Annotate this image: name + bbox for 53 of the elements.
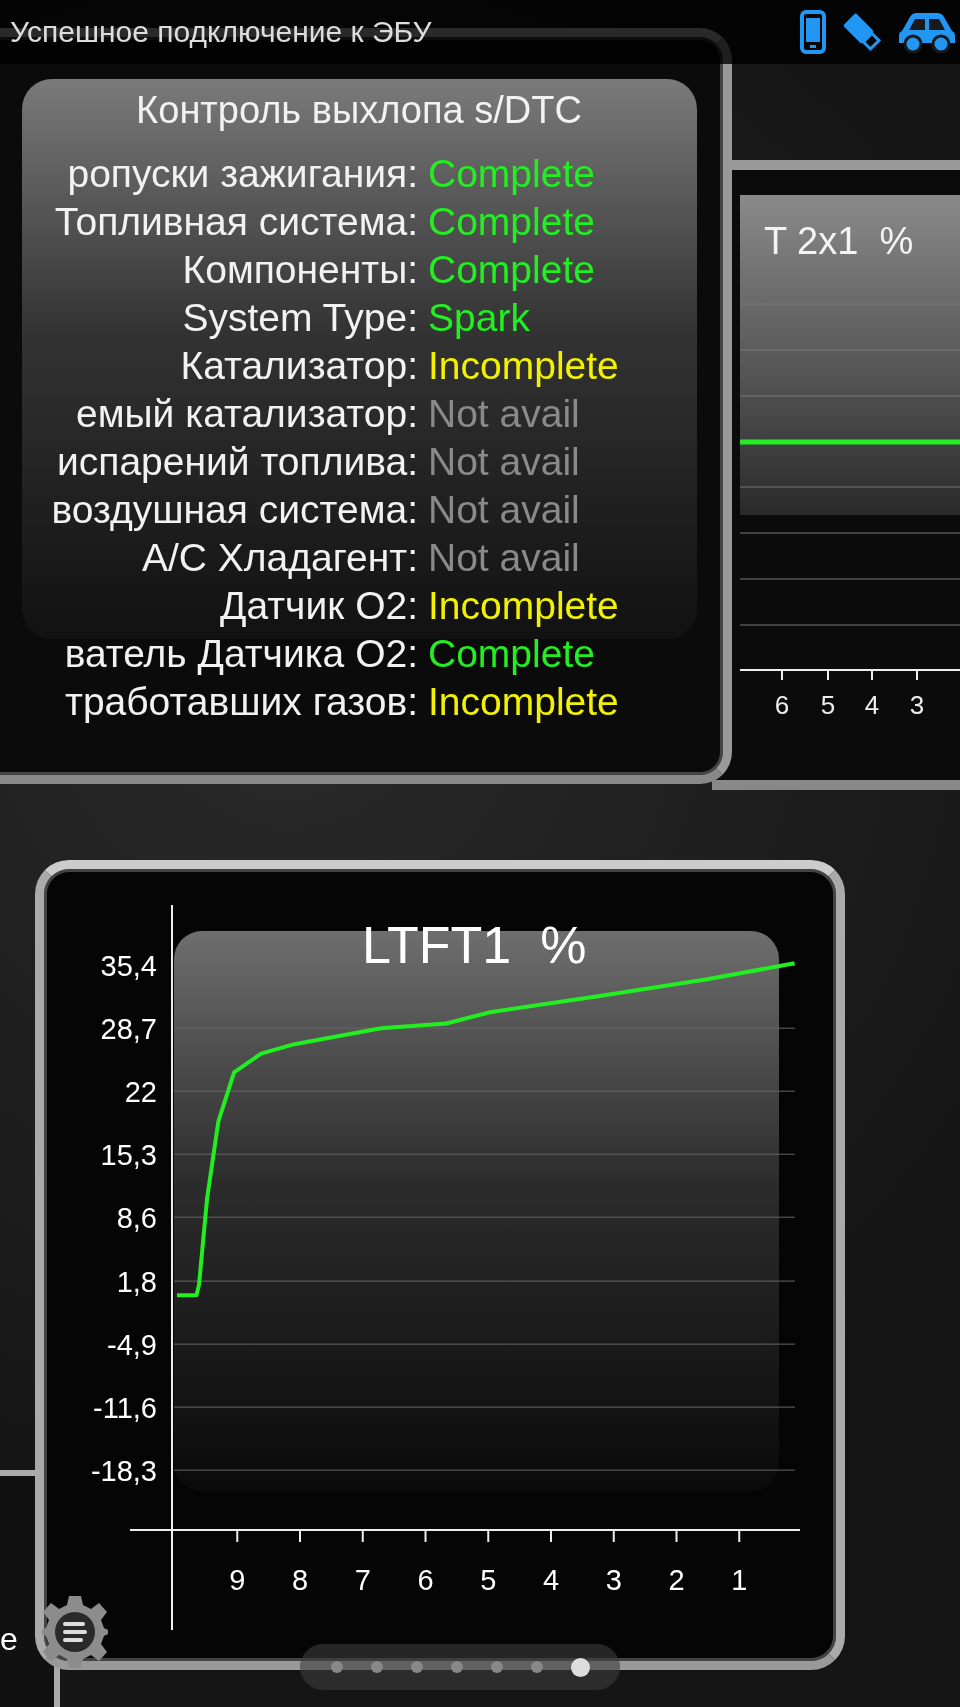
monitor-status: Incomplete (428, 584, 619, 628)
x-axis-label: 1 (731, 1564, 748, 1596)
monitor-label: воздушная система: (50, 488, 418, 532)
x-axis-label: 7 (354, 1564, 371, 1596)
x-axis-label: 6 (773, 690, 791, 721)
x-axis-label: 8 (291, 1564, 309, 1596)
y-axis-label: 8,6 (116, 1202, 157, 1235)
x-axis-label: 3 (605, 1564, 622, 1596)
monitor-status: Not avail (428, 440, 580, 484)
panel-title: Контроль выхлопа s/DTC (135, 89, 583, 132)
y-axis-label: 35,4 (100, 950, 157, 983)
monitor-label: испарений топлива: (56, 440, 418, 484)
y-axis-label: 28,7 (100, 1013, 157, 1046)
monitor-status: Not avail (428, 536, 580, 580)
x-axis-label: 4 (542, 1564, 560, 1596)
monitor-status: Complete (428, 632, 595, 676)
status-message: Успешное подключение к ЭБУ (9, 15, 432, 49)
monitor-status: Not avail (428, 488, 580, 532)
x-axis-label: 2 (668, 1564, 685, 1596)
monitor-label: Датчик O2: (219, 584, 418, 628)
y-axis-label: 22 (124, 1076, 157, 1109)
monitor-label: Компоненты: (181, 248, 418, 292)
monitor-label: Катализатор: (179, 344, 418, 388)
x-axis-label: 5 (480, 1564, 497, 1596)
monitor-label: ропуски зажигания: (66, 152, 418, 196)
monitor-label: тработавших газов: (64, 680, 418, 724)
monitor-label: емый катализатор: (75, 392, 418, 436)
y-axis-label: -11,6 (93, 1392, 157, 1425)
monitor-label: ватель Датчика O2: (63, 632, 418, 676)
y-axis-label: -18,3 (90, 1455, 157, 1488)
x-axis-label: 6 (417, 1564, 434, 1596)
monitor-label: System Type: (181, 296, 418, 340)
monitor-status: Complete (428, 152, 595, 196)
chart-title: LTFT1 % (362, 915, 587, 975)
phone-icon (800, 10, 826, 54)
monitor-status: Spark (428, 296, 530, 340)
monitor-status: Incomplete (428, 680, 619, 724)
y-axis-label: 1,8 (116, 1266, 157, 1299)
monitor-status: Not avail (428, 392, 580, 436)
panel-label: е (0, 1621, 18, 1658)
monitor-status: Complete (428, 200, 595, 244)
x-axis-label: 3 (908, 690, 926, 721)
y-axis-label: 15,3 (100, 1139, 157, 1172)
gauge-title: T 2x1 % (764, 220, 914, 263)
x-axis-label: 4 (863, 690, 881, 721)
monitor-status: Complete (428, 248, 595, 292)
x-axis-label: 5 (819, 690, 837, 721)
monitor-label: A/C Хладагент: (140, 536, 418, 580)
y-axis-label: -4,9 (107, 1329, 157, 1362)
monitor-status: Incomplete (428, 344, 619, 388)
x-axis-label: 9 (229, 1564, 246, 1596)
car-icon (898, 11, 956, 53)
monitor-label: Топливная система: (53, 200, 418, 244)
